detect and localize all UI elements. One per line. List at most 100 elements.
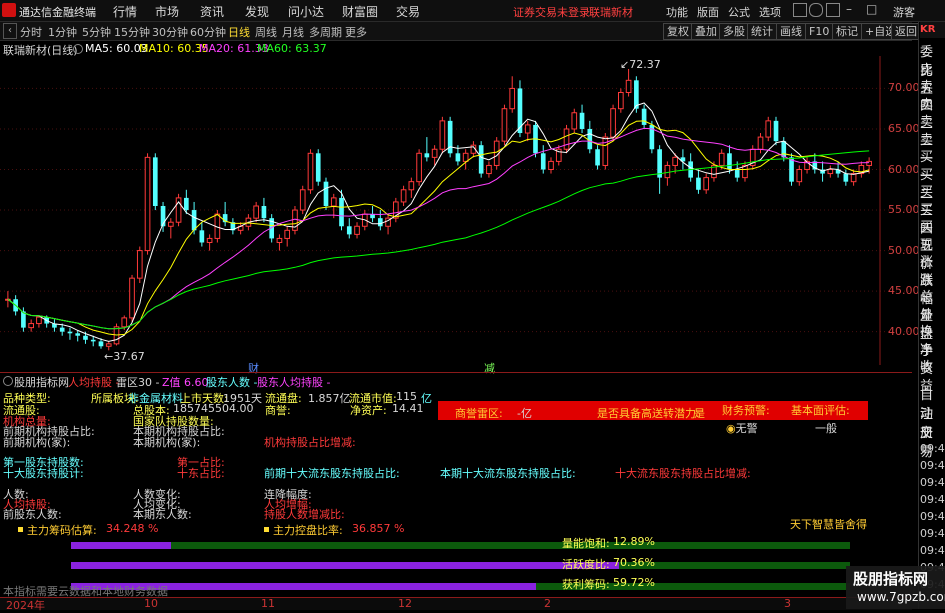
candle-body[interactable] bbox=[105, 343, 112, 347]
candle-body[interactable] bbox=[400, 189, 407, 203]
candle-body[interactable] bbox=[757, 136, 764, 150]
overlay-button[interactable]: 叠加 bbox=[691, 23, 721, 40]
candle-body[interactable] bbox=[664, 164, 671, 179]
multi-stock-button[interactable]: 多股 bbox=[719, 23, 749, 40]
message-icon[interactable] bbox=[826, 3, 840, 17]
candle-body[interactable] bbox=[136, 250, 143, 279]
candle-body[interactable] bbox=[206, 237, 213, 243]
candle-body[interactable] bbox=[261, 206, 267, 219]
menu-layout[interactable]: 版面 bbox=[697, 4, 719, 20]
candle-body[interactable] bbox=[408, 181, 415, 191]
candle-body[interactable] bbox=[486, 164, 492, 175]
menu-quotes[interactable]: 行情 bbox=[113, 3, 137, 20]
candle-body[interactable] bbox=[167, 221, 174, 227]
candle-body[interactable] bbox=[59, 327, 65, 332]
candle-body[interactable] bbox=[579, 112, 585, 129]
candle-body[interactable] bbox=[866, 160, 872, 166]
tab-daily[interactable]: 日线 bbox=[228, 24, 250, 40]
candle-body[interactable] bbox=[28, 323, 34, 329]
candle-body[interactable] bbox=[703, 177, 710, 191]
candle-body[interactable] bbox=[416, 152, 422, 183]
menu-formula[interactable]: 公式 bbox=[728, 4, 750, 20]
return-button[interactable]: 返回 bbox=[891, 23, 921, 40]
candle-body[interactable] bbox=[121, 317, 128, 328]
candle-body[interactable] bbox=[191, 210, 197, 231]
candle-body[interactable] bbox=[199, 230, 205, 243]
tab-more[interactable]: 更多 bbox=[345, 24, 367, 40]
stock-link[interactable]: 联瑞新材 bbox=[589, 4, 633, 20]
candle-body[interactable] bbox=[36, 316, 42, 325]
candle-body[interactable] bbox=[431, 148, 438, 158]
mark-button[interactable]: 标记 bbox=[832, 23, 862, 40]
login-status[interactable]: 证券交易未登录 bbox=[513, 4, 590, 20]
candle-body[interactable] bbox=[734, 169, 740, 178]
candle-body[interactable] bbox=[540, 153, 546, 170]
candle-body[interactable] bbox=[184, 197, 189, 211]
tab-15min[interactable]: 15分钟 bbox=[114, 24, 150, 40]
candle-body[interactable] bbox=[781, 141, 787, 158]
theme-icon[interactable] bbox=[793, 3, 807, 17]
draw-line-button[interactable]: 画线 bbox=[776, 23, 806, 40]
candle-body[interactable] bbox=[524, 124, 531, 134]
tab-weekly[interactable]: 周线 bbox=[255, 24, 277, 40]
candle-body[interactable] bbox=[796, 169, 803, 183]
candle-body[interactable] bbox=[696, 177, 701, 190]
candle-body[interactable] bbox=[571, 112, 578, 130]
candle-body[interactable] bbox=[83, 335, 88, 340]
candle-body[interactable] bbox=[548, 160, 554, 171]
indicator-settings-icon[interactable] bbox=[3, 376, 13, 386]
stats-button[interactable]: 统计 bbox=[747, 23, 777, 40]
indicator-title[interactable]: 股朋指标网 bbox=[14, 374, 69, 390]
tab-multi-period[interactable]: 多周期 bbox=[309, 24, 342, 40]
candlestick-chart[interactable] bbox=[0, 56, 912, 365]
candle-body[interactable] bbox=[641, 108, 647, 125]
candle-body[interactable] bbox=[789, 157, 794, 182]
candle-body[interactable] bbox=[330, 197, 337, 207]
candle-body[interactable] bbox=[439, 120, 446, 150]
menu-options[interactable]: 选项 bbox=[759, 4, 781, 20]
candle-body[interactable] bbox=[827, 169, 834, 175]
f10-button[interactable]: F10 bbox=[805, 23, 834, 40]
candle-body[interactable] bbox=[339, 197, 344, 227]
candle-body[interactable] bbox=[354, 225, 360, 235]
candle-body[interactable] bbox=[90, 339, 96, 342]
tab-monthly[interactable]: 月线 bbox=[282, 24, 304, 40]
menu-market[interactable]: 市场 bbox=[155, 3, 179, 20]
candle-body[interactable] bbox=[765, 120, 772, 138]
candle-body[interactable] bbox=[727, 153, 732, 170]
menu-wealth[interactable]: 财富圈 bbox=[342, 3, 378, 20]
menu-trade[interactable]: 交易 bbox=[396, 3, 420, 20]
candle-body[interactable] bbox=[610, 108, 616, 138]
candle-body[interactable] bbox=[563, 128, 570, 150]
menu-function[interactable]: 功能 bbox=[666, 4, 688, 20]
candle-body[interactable] bbox=[377, 218, 383, 227]
candle-body[interactable] bbox=[618, 91, 624, 110]
candle-body[interactable] bbox=[323, 181, 329, 206]
minimize-icon[interactable]: – bbox=[846, 2, 852, 16]
back-arrow-icon[interactable]: ‹ bbox=[3, 23, 17, 39]
menu-news[interactable]: 资讯 bbox=[200, 3, 224, 20]
tab-1min[interactable]: 1分钟 bbox=[48, 24, 77, 40]
menu-ask[interactable]: 问小达 bbox=[288, 3, 324, 20]
candle-body[interactable] bbox=[129, 277, 135, 319]
candle-body[interactable] bbox=[462, 152, 469, 162]
user-label[interactable]: 游客 bbox=[893, 4, 915, 20]
candle-body[interactable] bbox=[718, 152, 725, 166]
maximize-icon[interactable]: □ bbox=[866, 2, 877, 16]
candle-body[interactable] bbox=[284, 229, 291, 239]
candle-body[interactable] bbox=[587, 128, 593, 150]
tab-5min[interactable]: 5分钟 bbox=[82, 24, 111, 40]
tab-30min[interactable]: 30分钟 bbox=[152, 24, 188, 40]
candle-body[interactable] bbox=[307, 152, 314, 191]
tab-60min[interactable]: 60分钟 bbox=[190, 24, 226, 40]
candle-body[interactable] bbox=[424, 153, 430, 158]
candle-body[interactable] bbox=[75, 333, 81, 336]
event-marker-reduce[interactable]: 减 bbox=[484, 360, 495, 376]
candle-body[interactable] bbox=[634, 80, 639, 109]
candle-body[interactable] bbox=[595, 149, 600, 166]
candle-body[interactable] bbox=[672, 156, 678, 166]
candle-body[interactable] bbox=[478, 145, 484, 174]
adjust-button[interactable]: 复权 bbox=[663, 23, 693, 40]
candle-body[interactable] bbox=[773, 120, 779, 142]
candle-body[interactable] bbox=[253, 205, 259, 219]
